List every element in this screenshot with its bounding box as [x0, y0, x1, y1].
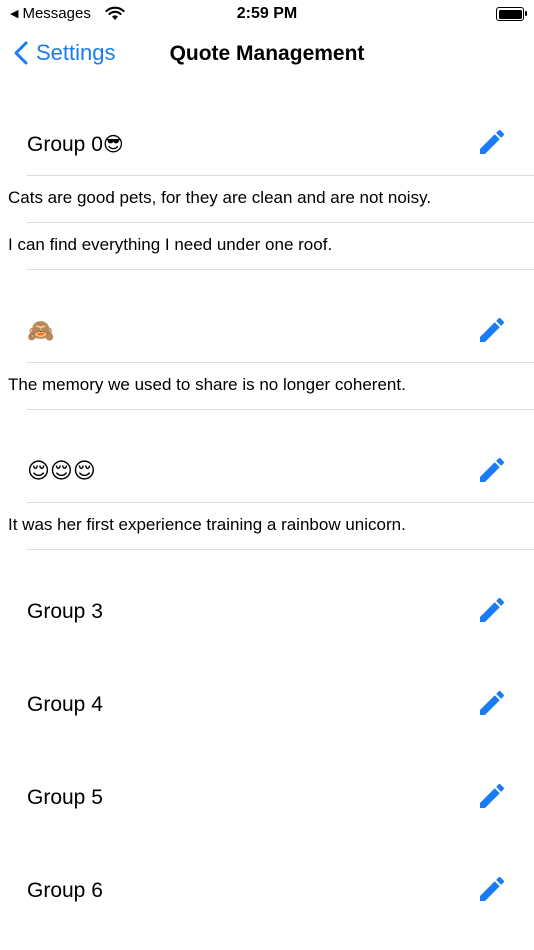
- separator: [27, 269, 534, 270]
- pencil-icon[interactable]: [476, 687, 508, 719]
- pencil-icon[interactable]: [476, 126, 508, 158]
- quote-text: I can find everything I need under one r…: [8, 235, 333, 254]
- separator: [27, 549, 534, 550]
- group-row-0[interactable]: Group 0😎: [0, 112, 534, 176]
- group-row-1[interactable]: 🙈: [0, 300, 534, 362]
- pencil-icon[interactable]: [476, 314, 508, 346]
- navigation-bar: Settings Quote Management: [0, 28, 534, 82]
- quote-row[interactable]: Cats are good pets, for they are clean a…: [0, 176, 534, 222]
- group-label: Group 3: [27, 600, 103, 623]
- group-row-5[interactable]: Group 5: [0, 766, 534, 828]
- pencil-icon[interactable]: [476, 780, 508, 812]
- quote-text: It was her first experience training a r…: [8, 515, 406, 534]
- group-label: Group 5: [27, 786, 103, 809]
- pencil-icon[interactable]: [476, 594, 508, 626]
- group-emoji: 😌😌😌: [27, 458, 96, 483]
- status-time: 2:59 PM: [236, 5, 298, 22]
- group-label: Group 4: [27, 693, 103, 716]
- pencil-icon[interactable]: [476, 873, 508, 905]
- quote-text: Cats are good pets, for they are clean a…: [8, 188, 432, 207]
- group-row-3[interactable]: Group 3: [0, 580, 534, 642]
- quote-text: The memory we used to share is no longer…: [8, 375, 406, 394]
- pencil-icon[interactable]: [476, 454, 508, 486]
- quote-row[interactable]: It was her first experience training a r…: [0, 503, 534, 549]
- status-bar: ◀ Messages 2:59 PM: [0, 0, 534, 28]
- quote-row[interactable]: The memory we used to share is no longer…: [0, 363, 534, 409]
- page-title: Quote Management: [169, 42, 365, 65]
- quote-row[interactable]: I can find everything I need under one r…: [0, 223, 534, 269]
- group-row-6[interactable]: Group 6: [0, 859, 534, 921]
- battery-icon: [496, 7, 527, 21]
- group-label: Group 0😎: [27, 133, 124, 156]
- separator: [27, 409, 534, 410]
- group-row-2[interactable]: 😌😌😌: [0, 440, 534, 502]
- group-label: Group 6: [27, 879, 103, 902]
- group-row-4[interactable]: Group 4: [0, 673, 534, 735]
- group-emoji: 🙈: [27, 318, 55, 343]
